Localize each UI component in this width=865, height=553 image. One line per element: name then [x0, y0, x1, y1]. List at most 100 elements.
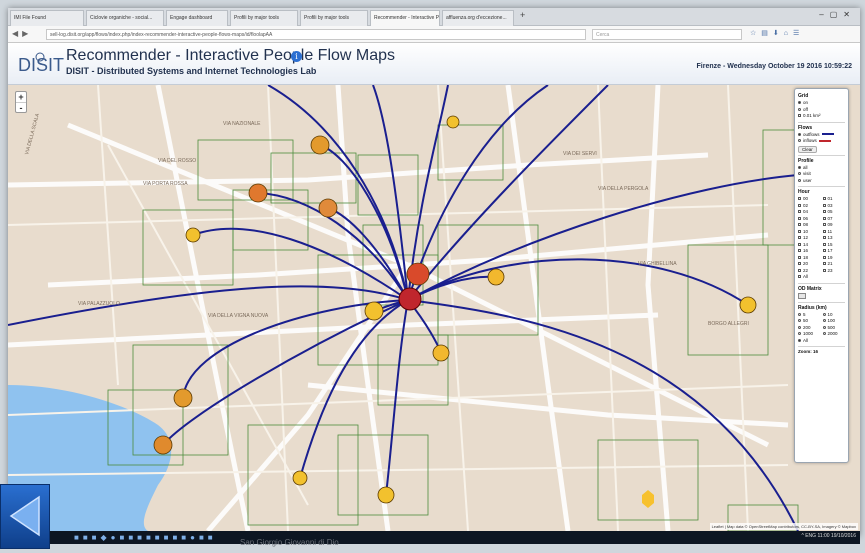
checkbox-icon[interactable]: [798, 223, 801, 227]
back-arrow-button[interactable]: [0, 484, 50, 549]
window-controls[interactable]: –▢✕: [819, 10, 856, 19]
checkbox-icon[interactable]: [798, 210, 801, 214]
radius-title: Radius (km): [798, 304, 827, 311]
checkbox-icon[interactable]: [798, 255, 801, 259]
checkbox-icon[interactable]: [822, 249, 826, 253]
checkbox-icon[interactable]: [822, 223, 826, 227]
radio-icon[interactable]: [822, 325, 826, 329]
checkbox-icon[interactable]: [798, 268, 801, 272]
info-icon[interactable]: i: [291, 51, 302, 62]
hour-option[interactable]: 23: [822, 268, 846, 275]
browser-tab[interactable]: Profili by major tools: [230, 10, 298, 26]
radio-icon[interactable]: [822, 312, 826, 316]
grid-cell-size[interactable]: 0.01 km²: [798, 113, 845, 120]
search-input[interactable]: Cerca: [592, 29, 742, 40]
svg-text:VIA PALAZZUOLO: VIA PALAZZUOLO: [78, 301, 120, 307]
browser-tab[interactable]: Profili by major tools: [300, 10, 368, 26]
profile-title: Profile: [798, 157, 814, 164]
new-tab-button[interactable]: +: [520, 10, 525, 20]
checkbox-icon[interactable]: [822, 203, 826, 207]
inflows-swatch: [818, 139, 831, 142]
checkbox-icon[interactable]: [822, 236, 826, 240]
od-matrix-title: OD Matrix: [798, 285, 822, 292]
radio-icon[interactable]: [822, 332, 826, 336]
grid-title: Grid: [798, 93, 809, 99]
center-node[interactable]: [398, 287, 422, 311]
toolbar-icons[interactable]: ☆▤⬇⌂☰: [750, 29, 804, 37]
navigation-bar: ◀▶ sell-log.disit.org/app/flows/index.ph…: [8, 26, 860, 43]
checkbox-icon[interactable]: [798, 275, 801, 279]
od-matrix-section: OD Matrix: [798, 284, 845, 303]
yellow-marker[interactable]: [642, 490, 654, 508]
radio-off-icon[interactable]: [798, 172, 801, 176]
map-canvas: VIA DELLA SCALA VIA NAZIONALE VIA DEL RO…: [8, 85, 804, 531]
checkbox-icon[interactable]: [798, 262, 801, 266]
zoom-control: + -: [15, 91, 27, 113]
radio-icon[interactable]: [798, 325, 801, 329]
url-input[interactable]: sell-log.disit.org/app/flows/index.php/i…: [46, 29, 586, 40]
page-subtitle: DISIT - Distributed Systems and Internet…: [66, 66, 317, 76]
radio-icon[interactable]: [822, 319, 826, 323]
checkbox-icon[interactable]: [798, 197, 801, 201]
radio-on-icon[interactable]: [798, 165, 801, 169]
zoom-out-button[interactable]: -: [16, 103, 26, 114]
browser-tab-active[interactable]: Recommender - Interactive Pe...: [370, 10, 440, 26]
datetime-label: Firenze - Wednesday October 19 2016 10:5…: [696, 63, 853, 70]
checkbox-icon[interactable]: [822, 197, 826, 201]
browser-tab[interactable]: affluenza.org d'eccezione...: [442, 10, 514, 26]
checkbox-icon[interactable]: [798, 203, 801, 207]
checkbox-icon[interactable]: [798, 249, 801, 253]
radio-off-icon[interactable]: [798, 178, 801, 182]
radius-grid: 5 10 50 100 200 500 1000 2000 All: [798, 312, 845, 345]
radius-option[interactable]: 2000: [822, 331, 846, 338]
control-panel: Grid on off 0.01 km² Flows outflows infl…: [794, 88, 849, 463]
checkbox-icon[interactable]: [822, 229, 826, 233]
checkbox-icon[interactable]: [798, 242, 801, 246]
checkbox-icon[interactable]: [798, 236, 801, 240]
checkbox-icon[interactable]: [822, 255, 826, 259]
back-forward-icons[interactable]: ◀▶: [12, 29, 32, 38]
map-attribution[interactable]: Leaflet | Map data © OpenStreetMap contr…: [709, 523, 858, 530]
browser-tab[interactable]: Engage dashboard: [166, 10, 228, 26]
radio-off-icon[interactable]: [798, 139, 801, 143]
browser-tab[interactable]: Ciclovie organiche - social...: [86, 10, 164, 26]
checkbox-icon[interactable]: [822, 262, 826, 266]
taskbar-app-icons[interactable]: ■■■◆●■■■■■■■■●■■: [74, 533, 217, 542]
zoom-in-button[interactable]: +: [16, 92, 26, 103]
radio-on-icon[interactable]: [798, 101, 801, 105]
browser-window: IMI File Found Ciclovie organiche - soci…: [8, 8, 860, 544]
browser-tab[interactable]: IMI File Found: [10, 10, 84, 26]
profile-option-user[interactable]: user: [798, 178, 845, 185]
hour-grid: 00 01 02 03 04 05 06 07 08 09 10 11 12 13 14 15 16 17 18 19…: [798, 196, 845, 274]
zoom-level-label: Zoom: 16: [798, 349, 819, 354]
radio-on-icon[interactable]: [798, 132, 801, 136]
svg-text:VIA DELLA VIGNA NUOVA: VIA DELLA VIGNA NUOVA: [208, 313, 269, 319]
radio-off-icon[interactable]: [798, 107, 801, 111]
checkbox-icon[interactable]: [798, 216, 801, 220]
checkbox-icon[interactable]: [798, 114, 801, 118]
od-matrix-icon[interactable]: [798, 292, 806, 299]
svg-text:VIA GHIBELLINA: VIA GHIBELLINA: [638, 261, 677, 267]
radio-icon[interactable]: [798, 338, 801, 342]
checkbox-icon[interactable]: [822, 216, 826, 220]
radio-icon[interactable]: [798, 319, 801, 323]
outflows-swatch: [821, 133, 834, 136]
page-title: Recommender - Interactive People Flow Ma…: [66, 47, 396, 64]
hour-option-all[interactable]: All: [798, 274, 845, 281]
checkbox-icon[interactable]: [822, 242, 826, 246]
flows-option-inflows[interactable]: inflows: [798, 138, 845, 145]
checkbox-icon[interactable]: [822, 210, 826, 214]
checkbox-icon[interactable]: [798, 229, 801, 233]
svg-text:VIA DELLA PERGOLA: VIA DELLA PERGOLA: [598, 186, 649, 192]
radius-option[interactable]: All: [798, 338, 821, 345]
svg-text:VIA PORTA ROSSA: VIA PORTA ROSSA: [143, 181, 188, 187]
poi-markers[interactable]: [153, 115, 757, 504]
flow-map[interactable]: VIA DELLA SCALA VIA NAZIONALE VIA DEL RO…: [8, 85, 860, 531]
radio-icon[interactable]: [798, 312, 801, 316]
radio-icon[interactable]: [798, 332, 801, 336]
checkbox-icon[interactable]: [822, 268, 826, 272]
svg-text:DISIT: DISIT: [18, 55, 64, 75]
clear-button[interactable]: Clear: [798, 145, 817, 153]
hour-section: Hour 00 01 02 03 04 05 06 07 08 09 10 11 12 13 14 15 16 1…: [798, 187, 845, 284]
system-tray[interactable]: ^ ENG 11:00 19/10/2016: [801, 533, 856, 539]
